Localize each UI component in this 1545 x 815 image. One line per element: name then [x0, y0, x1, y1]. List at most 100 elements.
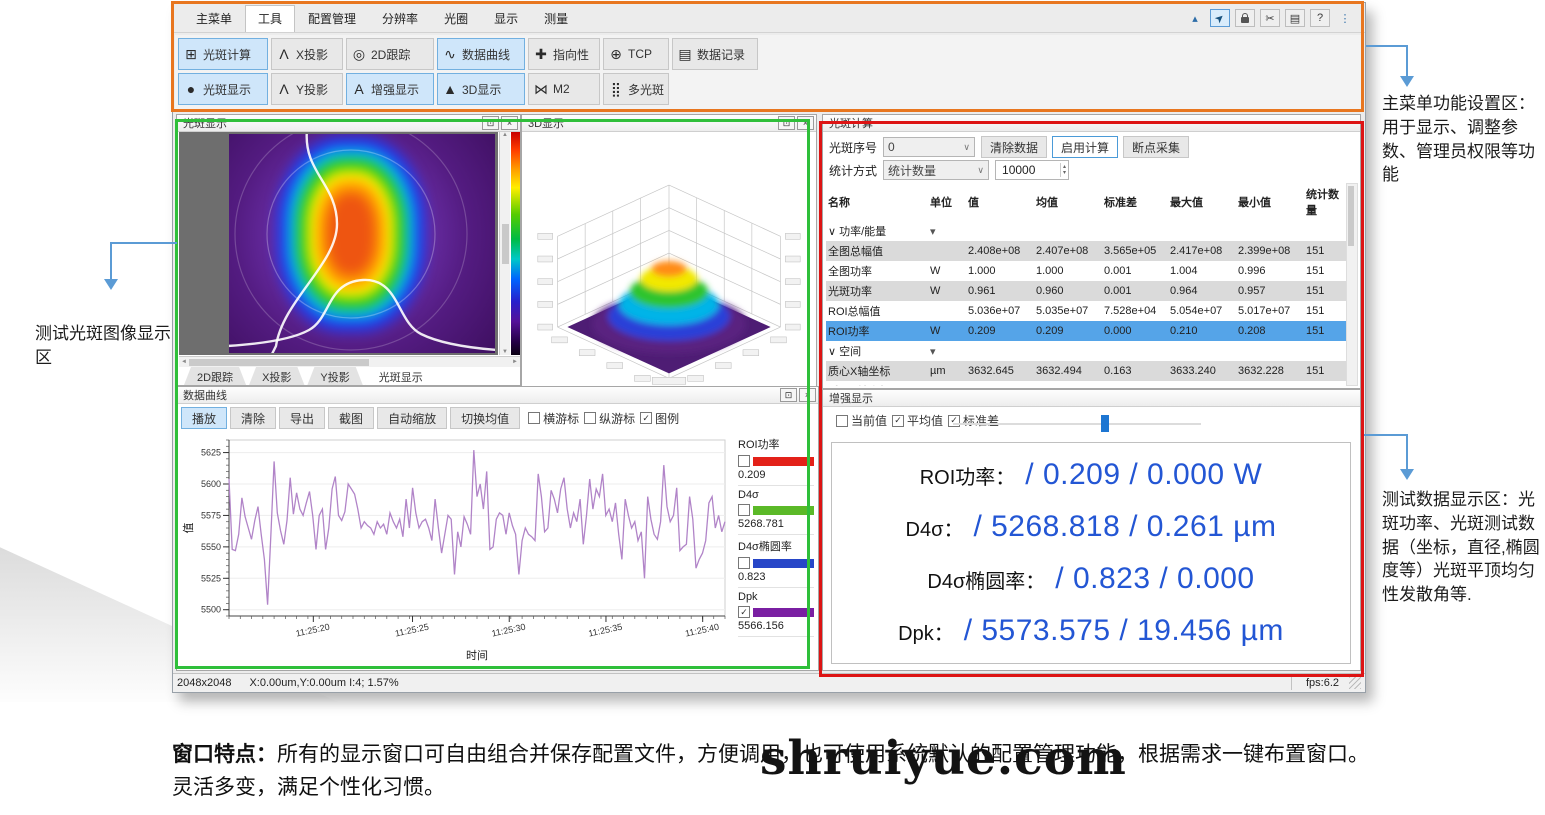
pin-icon[interactable]: ➤ — [1210, 9, 1230, 27]
tab-2D跟踪[interactable]: 2D跟踪 — [184, 367, 246, 385]
table-group-row[interactable]: ∨ 空间▾ — [826, 341, 1347, 361]
tool-增强显示[interactable]: A增强显示 — [346, 73, 434, 105]
menu-tab-主菜单[interactable]: 主菜单 — [183, 5, 245, 33]
close-icon[interactable]: × — [797, 116, 814, 130]
checkbox-纵游标[interactable]: 纵游标 — [584, 410, 635, 427]
tool-数据曲线[interactable]: ∿数据曲线 — [437, 38, 525, 70]
data-curve-header[interactable]: 数据曲线 ⊡ × — [177, 387, 818, 404]
spot-display-header[interactable]: 光斑显示 ⊡ × — [177, 115, 520, 132]
table-row[interactable]: ROI功率W0.2090.2090.0000.2100.208151 — [826, 321, 1347, 341]
spin-down-icon[interactable]: ▾ — [1063, 170, 1066, 176]
lock-icon[interactable] — [1235, 9, 1255, 27]
导出-button[interactable]: 导出 — [279, 407, 325, 429]
tool-光斑显示[interactable]: ●光斑显示 — [178, 73, 268, 105]
启用计算-button[interactable]: 启用计算 — [1052, 136, 1118, 158]
legend-checkbox[interactable] — [738, 455, 750, 467]
spot-seq-select[interactable]: 0 ∨ — [883, 137, 975, 157]
menu-tab-分辨率[interactable]: 分辨率 — [369, 5, 431, 33]
checkbox-标准差[interactable]: ✓标准差 — [948, 412, 999, 429]
column-header-最大值[interactable]: 最大值 — [1168, 183, 1236, 221]
legend-checkbox[interactable] — [738, 557, 750, 569]
tool-2D跟踪[interactable]: ◎2D跟踪 — [346, 38, 434, 70]
checkbox-图例[interactable]: ✓图例 — [640, 410, 679, 427]
tool-TCP[interactable]: ⊕TCP — [603, 38, 669, 70]
tab-Y投影[interactable]: Y投影 — [307, 367, 362, 385]
tool-3D显示[interactable]: ▲3D显示 — [437, 73, 525, 105]
清除数据-button[interactable]: 清除数据 — [981, 136, 1047, 158]
scroll-right-icon[interactable]: ► — [512, 359, 518, 365]
checkbox-平均值[interactable]: ✓平均值 — [892, 412, 943, 429]
table-row[interactable]: 全图功率W1.0001.0000.0011.0040.996151 — [826, 261, 1347, 281]
scroll-down-icon[interactable]: ▼ — [502, 349, 508, 355]
annotation-arrowhead — [1400, 76, 1414, 87]
column-header-名称[interactable]: 名称 — [826, 183, 928, 221]
resize-grip-icon[interactable] — [1349, 677, 1361, 689]
float-icon[interactable]: ⊡ — [482, 116, 499, 130]
tool-M2[interactable]: ⋈M2 — [528, 73, 600, 105]
close-icon[interactable]: × — [799, 388, 816, 402]
table-scrollbar[interactable] — [1346, 183, 1358, 386]
menu-tab-配置管理[interactable]: 配置管理 — [295, 5, 369, 33]
scissors-icon[interactable]: ✂ — [1260, 9, 1280, 27]
table-row[interactable]: 质心Y轴坐标µm3291.6323291.2830.3473291.769328… — [826, 381, 1347, 386]
tool-label: 光斑显示 — [203, 81, 251, 98]
menu-tab-工具[interactable]: 工具 — [245, 5, 295, 33]
close-icon[interactable]: × — [501, 116, 518, 130]
document-icon[interactable]: ▤ — [1285, 9, 1305, 27]
spot-view-tabs: 2D跟踪X投影Y投影光斑显示 — [179, 367, 436, 385]
stat-mode-select[interactable]: 统计数量 ∨ — [883, 160, 989, 180]
清除-button[interactable]: 清除 — [230, 407, 276, 429]
tool-数据记录[interactable]: ▤数据记录 — [672, 38, 758, 70]
scroll-up-icon[interactable]: ▲ — [502, 132, 508, 138]
beam-image-area[interactable] — [179, 132, 498, 355]
3d-plot-area[interactable] — [524, 132, 814, 386]
tab-X投影[interactable]: X投影 — [249, 367, 304, 385]
beam-horizontal-scrollbar[interactable]: ◄ ► — [179, 356, 520, 367]
column-header-统计数量[interactable]: 统计数量 — [1304, 183, 1347, 221]
scrollbar-thumb[interactable] — [189, 359, 369, 366]
切换均值-button[interactable]: 切换均值 — [450, 407, 520, 429]
scrollbar-thumb[interactable] — [1348, 186, 1354, 246]
tool-X投影[interactable]: ΛX投影 — [271, 38, 343, 70]
column-header-值[interactable]: 值 — [966, 183, 1034, 221]
scrollbar-thumb[interactable] — [502, 224, 509, 264]
enhanced-display-header[interactable]: 增强显示 — [823, 390, 1360, 407]
menu-tab-显示[interactable]: 显示 — [481, 5, 531, 33]
menu-tab-测量[interactable]: 测量 — [531, 5, 581, 33]
断点采集-button[interactable]: 断点采集 — [1123, 136, 1189, 158]
menu-tab-光圈[interactable]: 光圈 — [431, 5, 481, 33]
tool-多光斑[interactable]: ⣿多光斑 — [603, 73, 669, 105]
more-icon[interactable]: ⋮ — [1335, 9, 1355, 27]
tool-Y投影[interactable]: ΛY投影 — [271, 73, 343, 105]
stat-count-spinner[interactable]: 10000 ▴ ▾ — [995, 160, 1069, 180]
3d-display-header[interactable]: 3D显示 ⊡ × — [522, 115, 816, 132]
table-row[interactable]: 全图总幅值2.408e+082.407e+083.565e+052.417e+0… — [826, 241, 1347, 261]
beam-vertical-scrollbar[interactable]: ▲ ▼ — [499, 132, 510, 355]
column-header-标准差[interactable]: 标准差 — [1102, 183, 1168, 221]
float-icon[interactable]: ⊡ — [780, 388, 797, 402]
legend-checkbox[interactable]: ✓ — [738, 606, 750, 618]
spot-calc-header[interactable]: 光斑计算 — [823, 115, 1360, 132]
table-row[interactable]: 质心X轴坐标µm3632.6453632.4940.1633633.240363… — [826, 361, 1347, 381]
column-header-单位[interactable]: 单位 — [928, 183, 966, 221]
tool-光斑计算[interactable]: ⊞光斑计算 — [178, 38, 268, 70]
column-header-最小值[interactable]: 最小值 — [1236, 183, 1304, 221]
collapse-icon[interactable]: ▴ — [1185, 9, 1205, 27]
截图-button[interactable]: 截图 — [328, 407, 374, 429]
column-header-均值[interactable]: 均值 — [1034, 183, 1102, 221]
checkbox-当前值[interactable]: 当前值 — [836, 412, 887, 429]
enhanced-slider-handle[interactable] — [1101, 415, 1109, 432]
播放-button[interactable]: 播放 — [181, 407, 227, 429]
help-icon[interactable]: ? — [1310, 9, 1330, 27]
table-row[interactable]: ROI总幅值5.036e+075.035e+077.528e+045.054e+… — [826, 301, 1347, 321]
float-icon[interactable]: ⊡ — [778, 116, 795, 130]
table-row[interactable]: 光斑功率W0.9610.9600.0010.9640.957151 — [826, 281, 1347, 301]
tab-光斑显示[interactable]: 光斑显示 — [366, 367, 436, 385]
tool-指向性[interactable]: ✚指向性 — [528, 38, 600, 70]
自动缩放-button[interactable]: 自动缩放 — [377, 407, 447, 429]
enhanced-slider-track[interactable] — [953, 423, 1201, 425]
table-group-row[interactable]: ∨ 功率/能量▾ — [826, 221, 1347, 241]
trend-chart[interactable]: 55005525555055755600562511:25:2011:25:25… — [179, 432, 735, 668]
legend-checkbox[interactable] — [738, 504, 750, 516]
checkbox-横游标[interactable]: 横游标 — [528, 410, 579, 427]
